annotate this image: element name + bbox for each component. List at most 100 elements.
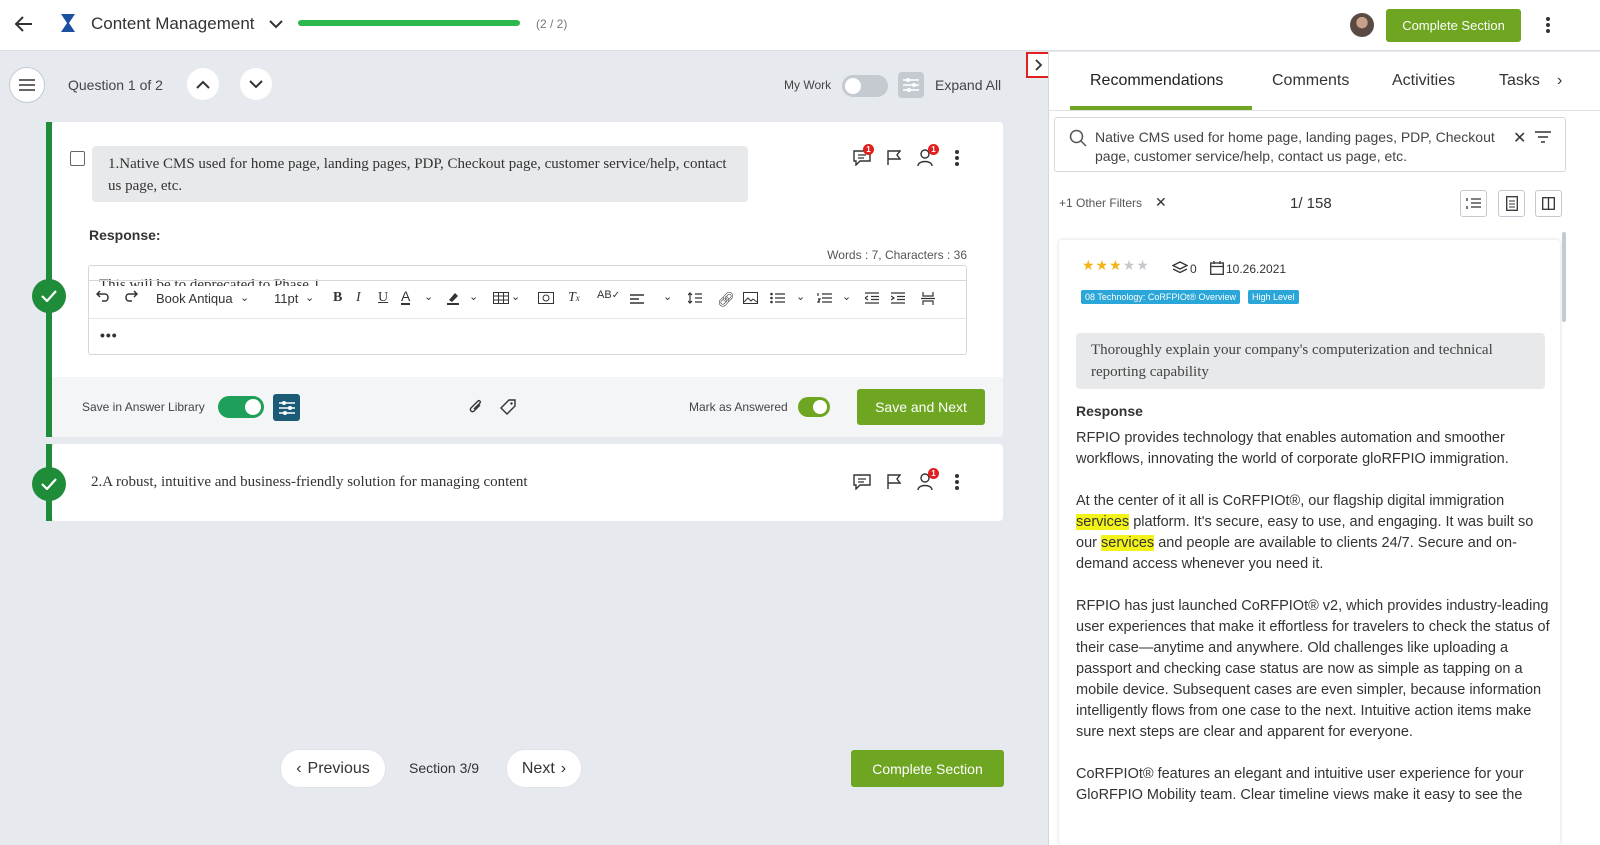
search-highlight: services: [1076, 514, 1130, 530]
complete-section-button[interactable]: Complete Section: [851, 750, 1004, 787]
font-size-select[interactable]: 11pt: [274, 291, 298, 306]
save-library-label: Save in Answer Library: [82, 400, 205, 414]
chevron-down-icon[interactable]: ⌄: [796, 290, 805, 303]
chevron-down-icon[interactable]: ⌄: [663, 290, 672, 303]
table-icon[interactable]: [493, 292, 509, 307]
user-avatar[interactable]: [1350, 13, 1374, 37]
chevron-right-icon: [1035, 59, 1043, 71]
chevron-down-icon[interactable]: ⌄: [240, 291, 249, 304]
list-view-icon[interactable]: [1460, 190, 1487, 217]
rich-text-editor[interactable]: This will be to deprecated to Phase 1: [88, 265, 967, 355]
font-color-icon[interactable]: A: [401, 289, 411, 305]
underline-icon[interactable]: U: [378, 290, 388, 306]
embed-icon[interactable]: [538, 292, 554, 307]
my-work-label: My Work: [784, 78, 832, 92]
clear-format-icon[interactable]: Tx: [568, 290, 580, 306]
document-view-icon[interactable]: [1498, 190, 1525, 217]
comments-icon[interactable]: [850, 471, 874, 493]
image-icon[interactable]: [743, 292, 758, 307]
attachment-icon[interactable]: [466, 397, 486, 417]
indent-icon[interactable]: [890, 292, 905, 307]
outdent-icon[interactable]: [863, 292, 879, 307]
question-more-icon[interactable]: [948, 147, 966, 169]
next-button[interactable]: Next ›: [507, 750, 581, 787]
bullet-list-icon[interactable]: [770, 292, 785, 307]
category-tag: 08 Technology: CoRFPIOt® Overview: [1081, 290, 1241, 304]
star-filled-icon: ★: [1095, 257, 1110, 273]
link-icon[interactable]: 🔗︎: [717, 291, 735, 308]
previous-question-button[interactable]: [187, 68, 219, 100]
search-input[interactable]: Native CMS used for home page, landing p…: [1095, 128, 1507, 166]
mark-answered-label: Mark as Answered: [689, 400, 788, 414]
question-more-icon[interactable]: [948, 471, 966, 493]
undo-icon[interactable]: [95, 290, 110, 305]
comment-count-badge: 1: [863, 144, 874, 155]
recommendation-search[interactable]: Native CMS used for home page, landing p…: [1054, 117, 1566, 172]
panel-divider: [1048, 110, 1600, 111]
page-break-icon[interactable]: [921, 292, 935, 308]
next-question-button[interactable]: [240, 68, 272, 100]
hamburger-icon: [19, 79, 35, 91]
back-arrow-icon[interactable]: [12, 12, 36, 36]
font-family-select[interactable]: Book Antiqua: [156, 291, 233, 306]
question-text: 1.Native CMS used for home page, landing…: [92, 146, 748, 202]
chevron-down-icon[interactable]: ⌄: [511, 290, 520, 303]
page-title: Content Management: [91, 14, 255, 33]
more-tools-button[interactable]: •••: [100, 327, 118, 343]
clear-filters-icon[interactable]: ✕: [1155, 194, 1167, 211]
split-view-icon[interactable]: [1535, 190, 1562, 217]
library-settings-icon[interactable]: [273, 394, 300, 421]
clear-search-icon[interactable]: ✕: [1513, 128, 1526, 148]
question-select-checkbox[interactable]: [70, 151, 85, 166]
question-text[interactable]: 2.A robust, intuitive and business-frien…: [91, 474, 528, 491]
editor-content-partial[interactable]: This will be to deprecated to Phase 1: [99, 272, 320, 286]
save-and-next-button[interactable]: Save and Next: [857, 389, 985, 425]
rating-stars: ★★★★★: [1082, 257, 1150, 274]
other-filters-chip: +1 Other Filters: [1059, 196, 1143, 210]
chevron-down-icon[interactable]: ⌄: [424, 290, 433, 303]
tab-tasks[interactable]: Tasks: [1499, 72, 1540, 90]
expand-all-link[interactable]: Expand All: [935, 77, 1001, 93]
response-paragraph: At the center of it all is CoRFPIOt®, ou…: [1076, 493, 1534, 572]
chevron-right-icon: ›: [560, 759, 567, 777]
chevron-down-icon[interactable]: ⌄: [469, 290, 478, 303]
flag-icon[interactable]: [883, 471, 905, 493]
tab-activities[interactable]: Activities: [1392, 72, 1455, 90]
tab-recommendations[interactable]: Recommendations: [1090, 72, 1223, 90]
calendar-icon: [1210, 261, 1224, 280]
chevron-right-icon[interactable]: ›: [1557, 72, 1562, 90]
hourglass-icon: [60, 13, 76, 38]
chevron-down-icon[interactable]: ⌄: [305, 291, 314, 304]
filter-settings-icon[interactable]: [898, 72, 924, 98]
line-height-icon[interactable]: [687, 292, 702, 307]
save-library-toggle[interactable]: [218, 396, 264, 418]
mark-answered-toggle[interactable]: [798, 397, 830, 417]
star-filled-icon: ★: [1109, 257, 1123, 273]
redo-icon[interactable]: [124, 290, 139, 305]
card-response-label: Response: [1076, 403, 1143, 419]
menu-button[interactable]: [9, 67, 45, 103]
numbered-list-icon[interactable]: [816, 292, 832, 307]
scrollbar-thumb[interactable]: [1562, 232, 1566, 322]
star-filled-icon: ★: [1082, 257, 1096, 273]
spellcheck-icon[interactable]: AB✓: [597, 289, 620, 301]
response-paragraph: CoRFPIOt® features an elegant and intuit…: [1076, 766, 1524, 803]
highlight-icon[interactable]: [446, 291, 460, 308]
chevron-down-icon[interactable]: [266, 14, 286, 34]
my-work-toggle[interactable]: [842, 75, 888, 97]
italic-icon[interactable]: I: [356, 290, 361, 306]
align-icon[interactable]: [630, 293, 644, 308]
search-highlight: services: [1101, 535, 1155, 551]
filter-icon[interactable]: [1535, 131, 1551, 143]
chevron-down-icon[interactable]: ⌄: [842, 290, 851, 303]
bold-icon[interactable]: B: [333, 290, 342, 306]
complete-section-button-top[interactable]: Complete Section: [1386, 9, 1521, 42]
previous-button[interactable]: ‹ Previous: [281, 750, 385, 787]
response-paragraph: RFPIO provides technology that enables a…: [1076, 430, 1509, 467]
flag-icon[interactable]: [883, 147, 905, 169]
response-label: Response:: [89, 227, 161, 243]
tag-icon[interactable]: [498, 397, 518, 417]
previous-label: Previous: [307, 759, 370, 777]
tab-comments[interactable]: Comments: [1272, 72, 1349, 90]
more-vertical-icon[interactable]: [1538, 14, 1558, 36]
